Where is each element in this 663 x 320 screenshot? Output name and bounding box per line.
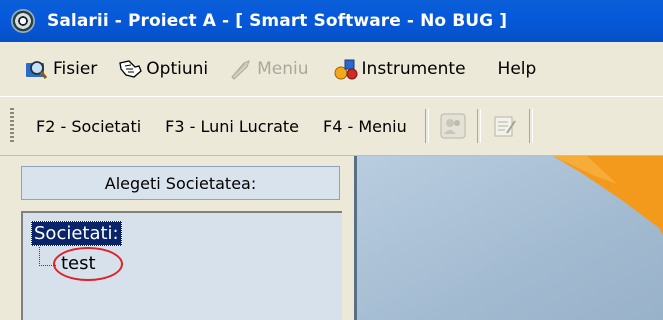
tree-root-node[interactable]: Societati: bbox=[31, 221, 122, 246]
toolbar: F2 - Societati F3 - Luni Lucrate F4 - Me… bbox=[0, 96, 663, 156]
company-tree[interactable]: Societati: test bbox=[21, 211, 342, 320]
app-window: Salarii - Proiect A - [ Smart Software -… bbox=[0, 0, 663, 320]
highlight-circle bbox=[53, 247, 123, 281]
people-icon[interactable] bbox=[440, 113, 466, 139]
menu-help[interactable]: Help bbox=[492, 49, 543, 89]
menu-instrumente[interactable]: Instrumente bbox=[327, 49, 472, 89]
menu-fisier[interactable]: Fisier bbox=[18, 49, 103, 89]
toolbar-separator bbox=[424, 109, 429, 143]
toolbar-separator bbox=[476, 109, 481, 143]
menu-optiuni[interactable]: Optiuni bbox=[111, 49, 214, 89]
main-content-area bbox=[354, 156, 663, 320]
menu-meniu-label: Meniu bbox=[257, 59, 309, 79]
tools-icon bbox=[333, 57, 358, 81]
luni-lucrate-button[interactable]: F3 - Luni Lucrate bbox=[153, 117, 311, 136]
search-folder-icon bbox=[24, 57, 48, 81]
toolbar-separator bbox=[528, 109, 533, 143]
meniu-button[interactable]: F4 - Meniu bbox=[311, 117, 419, 136]
menu-optiuni-label: Optiuni bbox=[146, 59, 209, 79]
quill-icon bbox=[228, 57, 252, 81]
menu-bar: Fisier Optiuni Meniu Instrumente Help bbox=[0, 42, 663, 96]
company-panel: Alegeti Societatea: Societati: test bbox=[0, 156, 349, 320]
app-eye-icon[interactable] bbox=[11, 9, 35, 33]
societati-button[interactable]: F2 - Societati bbox=[24, 117, 153, 136]
menu-fisier-label: Fisier bbox=[53, 59, 98, 79]
edit-icon[interactable] bbox=[492, 113, 518, 139]
menu-instrumente-label: Instrumente bbox=[361, 59, 466, 79]
hand-tool-icon bbox=[117, 57, 143, 81]
orange-decoration bbox=[553, 156, 663, 235]
panel-header: Alegeti Societatea: bbox=[21, 166, 340, 200]
menu-meniu[interactable]: Meniu bbox=[222, 49, 314, 89]
window-title: Salarii - Proiect A - [ Smart Software -… bbox=[47, 11, 508, 31]
title-bar[interactable]: Salarii - Proiect A - [ Smart Software -… bbox=[0, 0, 663, 42]
menu-help-label: Help bbox=[497, 59, 537, 79]
toolbar-grip[interactable] bbox=[10, 108, 14, 144]
